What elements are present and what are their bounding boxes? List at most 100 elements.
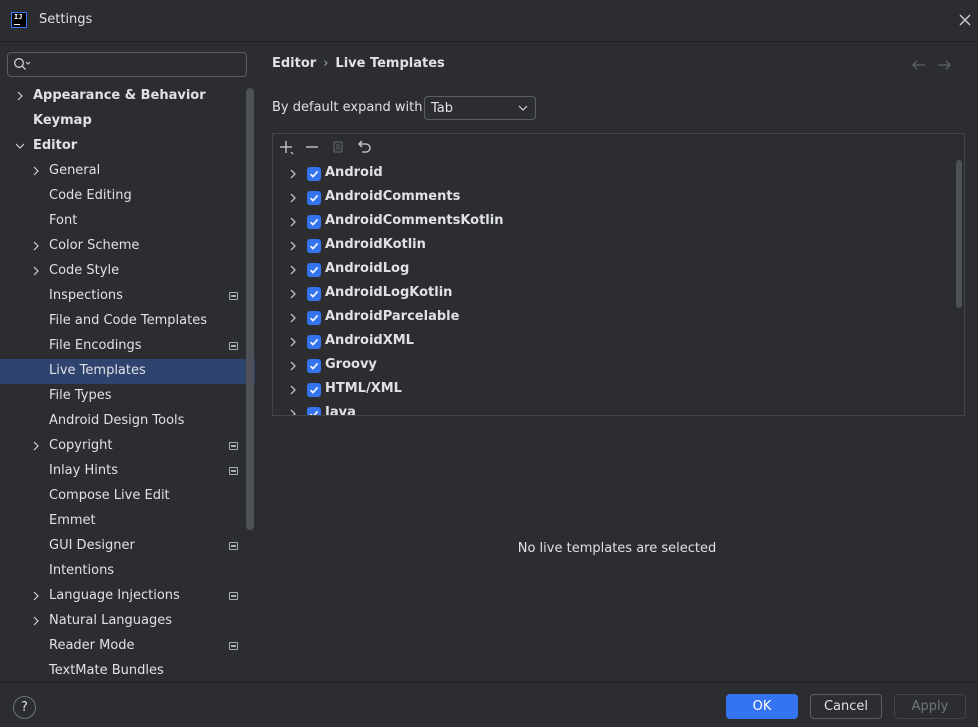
- sidebar-item[interactable]: Android Design Tools: [0, 409, 255, 434]
- sidebar-item[interactable]: Inlay Hints: [0, 459, 255, 484]
- sidebar-item[interactable]: Live Templates: [0, 359, 255, 384]
- template-group-row[interactable]: HTML/XML: [273, 378, 953, 402]
- sidebar-item[interactable]: File and Code Templates: [0, 309, 255, 334]
- project-scope-icon: [229, 592, 238, 600]
- expand-with-dropdown[interactable]: Tab: [424, 96, 536, 120]
- search-field[interactable]: [7, 52, 247, 77]
- expand-with-value: Tab: [431, 101, 454, 116]
- template-group-checkbox[interactable]: [307, 407, 321, 415]
- chevron-right-icon[interactable]: [31, 616, 41, 626]
- breadcrumb: Editor › Live Templates: [272, 56, 445, 71]
- chevron-right-icon[interactable]: [288, 361, 298, 371]
- sidebar-item[interactable]: TextMate Bundles: [0, 659, 255, 682]
- template-group-name: AndroidLogKotlin: [325, 285, 453, 300]
- sidebar-item[interactable]: Reader Mode: [0, 634, 255, 659]
- template-group-name: Android: [325, 165, 383, 180]
- sidebar-item[interactable]: File Types: [0, 384, 255, 409]
- apply-button[interactable]: Apply: [894, 694, 966, 719]
- sidebar-item[interactable]: Code Style: [0, 259, 255, 284]
- sidebar-item-label: Emmet: [49, 513, 96, 528]
- sidebar-item-label: File Encodings: [49, 338, 142, 353]
- template-group-name: Groovy: [325, 357, 377, 372]
- sidebar-item[interactable]: Language Injections: [0, 584, 255, 609]
- template-group-checkbox[interactable]: [307, 311, 321, 325]
- sidebar-item-label: Intentions: [49, 563, 115, 578]
- chevron-right-icon[interactable]: [15, 91, 25, 101]
- close-button[interactable]: [955, 10, 975, 30]
- forward-arrow-icon[interactable]: [936, 58, 952, 72]
- sidebar-item[interactable]: Intentions: [0, 559, 255, 584]
- template-group-row[interactable]: AndroidLog: [273, 258, 953, 282]
- sidebar-scrollbar[interactable]: [246, 88, 254, 530]
- sidebar-item[interactable]: File Encodings: [0, 334, 255, 359]
- sidebar-item[interactable]: Appearance & Behavior: [0, 84, 255, 109]
- sidebar-item[interactable]: Inspections: [0, 284, 255, 309]
- sidebar-item[interactable]: Font: [0, 209, 255, 234]
- checkmark-icon: [309, 386, 319, 394]
- chevron-right-icon[interactable]: [31, 441, 41, 451]
- template-group-row[interactable]: AndroidLogKotlin: [273, 282, 953, 306]
- sidebar-item[interactable]: Color Scheme: [0, 234, 255, 259]
- chevron-right-icon[interactable]: [288, 337, 298, 347]
- chevron-right-icon[interactable]: [31, 266, 41, 276]
- chevron-right-icon[interactable]: [288, 193, 298, 203]
- sidebar-item[interactable]: GUI Designer: [0, 534, 255, 559]
- breadcrumb-parent[interactable]: Editor: [272, 56, 316, 71]
- project-scope-icon: [229, 342, 238, 350]
- sidebar-item[interactable]: Copyright: [0, 434, 255, 459]
- template-group-checkbox[interactable]: [307, 167, 321, 181]
- restore-defaults-button[interactable]: [355, 138, 373, 156]
- sidebar-item-label: General: [49, 163, 101, 178]
- chevron-right-icon[interactable]: [288, 289, 298, 299]
- template-group-checkbox[interactable]: [307, 263, 321, 277]
- template-group-checkbox[interactable]: [307, 335, 321, 349]
- search-input[interactable]: [34, 55, 242, 74]
- chevron-right-icon[interactable]: [288, 385, 298, 395]
- chevron-right-icon[interactable]: [288, 265, 298, 275]
- sidebar-item-label: Natural Languages: [49, 613, 173, 628]
- sidebar-item[interactable]: Editor: [0, 134, 255, 159]
- chevron-right-icon[interactable]: [31, 591, 41, 601]
- template-group-row[interactable]: Java: [273, 402, 953, 415]
- template-group-row[interactable]: AndroidCommentsKotlin: [273, 210, 953, 234]
- sidebar-item[interactable]: Emmet: [0, 509, 255, 534]
- templates-scrollbar[interactable]: [956, 160, 962, 308]
- sidebar-item[interactable]: General: [0, 159, 255, 184]
- chevron-right-icon[interactable]: [288, 313, 298, 323]
- template-group-row[interactable]: AndroidKotlin: [273, 234, 953, 258]
- sidebar-item[interactable]: Natural Languages: [0, 609, 255, 634]
- cancel-button[interactable]: Cancel: [810, 694, 882, 719]
- template-group-checkbox[interactable]: [307, 383, 321, 397]
- remove-button[interactable]: [303, 138, 321, 156]
- template-group-row[interactable]: AndroidXML: [273, 330, 953, 354]
- template-group-checkbox[interactable]: [307, 239, 321, 253]
- chevron-right-icon[interactable]: [31, 241, 41, 251]
- chevron-right-icon[interactable]: [288, 169, 298, 179]
- sidebar-item[interactable]: Code Editing: [0, 184, 255, 209]
- sidebar-item[interactable]: Compose Live Edit: [0, 484, 255, 509]
- help-button[interactable]: ?: [13, 696, 36, 719]
- chevron-down-icon[interactable]: [15, 141, 25, 151]
- template-group-row[interactable]: AndroidParcelable: [273, 306, 953, 330]
- checkmark-icon: [309, 194, 319, 202]
- back-arrow-icon[interactable]: [911, 58, 927, 72]
- template-group-row[interactable]: Groovy: [273, 354, 953, 378]
- chevron-right-icon[interactable]: [288, 409, 298, 415]
- template-group-checkbox[interactable]: [307, 359, 321, 373]
- add-button[interactable]: [277, 138, 295, 156]
- add-icon: [280, 141, 294, 155]
- sidebar-item[interactable]: Keymap: [0, 109, 255, 134]
- ok-button[interactable]: OK: [726, 694, 798, 719]
- copy-button[interactable]: [329, 138, 347, 156]
- intellij-logo-icon: IJ: [11, 12, 27, 28]
- template-group-row[interactable]: Android: [273, 162, 953, 186]
- template-group-checkbox[interactable]: [307, 191, 321, 205]
- window-title: Settings: [39, 12, 93, 27]
- chevron-right-icon[interactable]: [288, 217, 298, 227]
- template-group-row[interactable]: AndroidComments: [273, 186, 953, 210]
- chevron-right-icon[interactable]: [31, 166, 41, 176]
- chevron-right-icon[interactable]: [288, 241, 298, 251]
- template-group-checkbox[interactable]: [307, 215, 321, 229]
- template-group-checkbox[interactable]: [307, 287, 321, 301]
- template-group-name: AndroidKotlin: [325, 237, 426, 252]
